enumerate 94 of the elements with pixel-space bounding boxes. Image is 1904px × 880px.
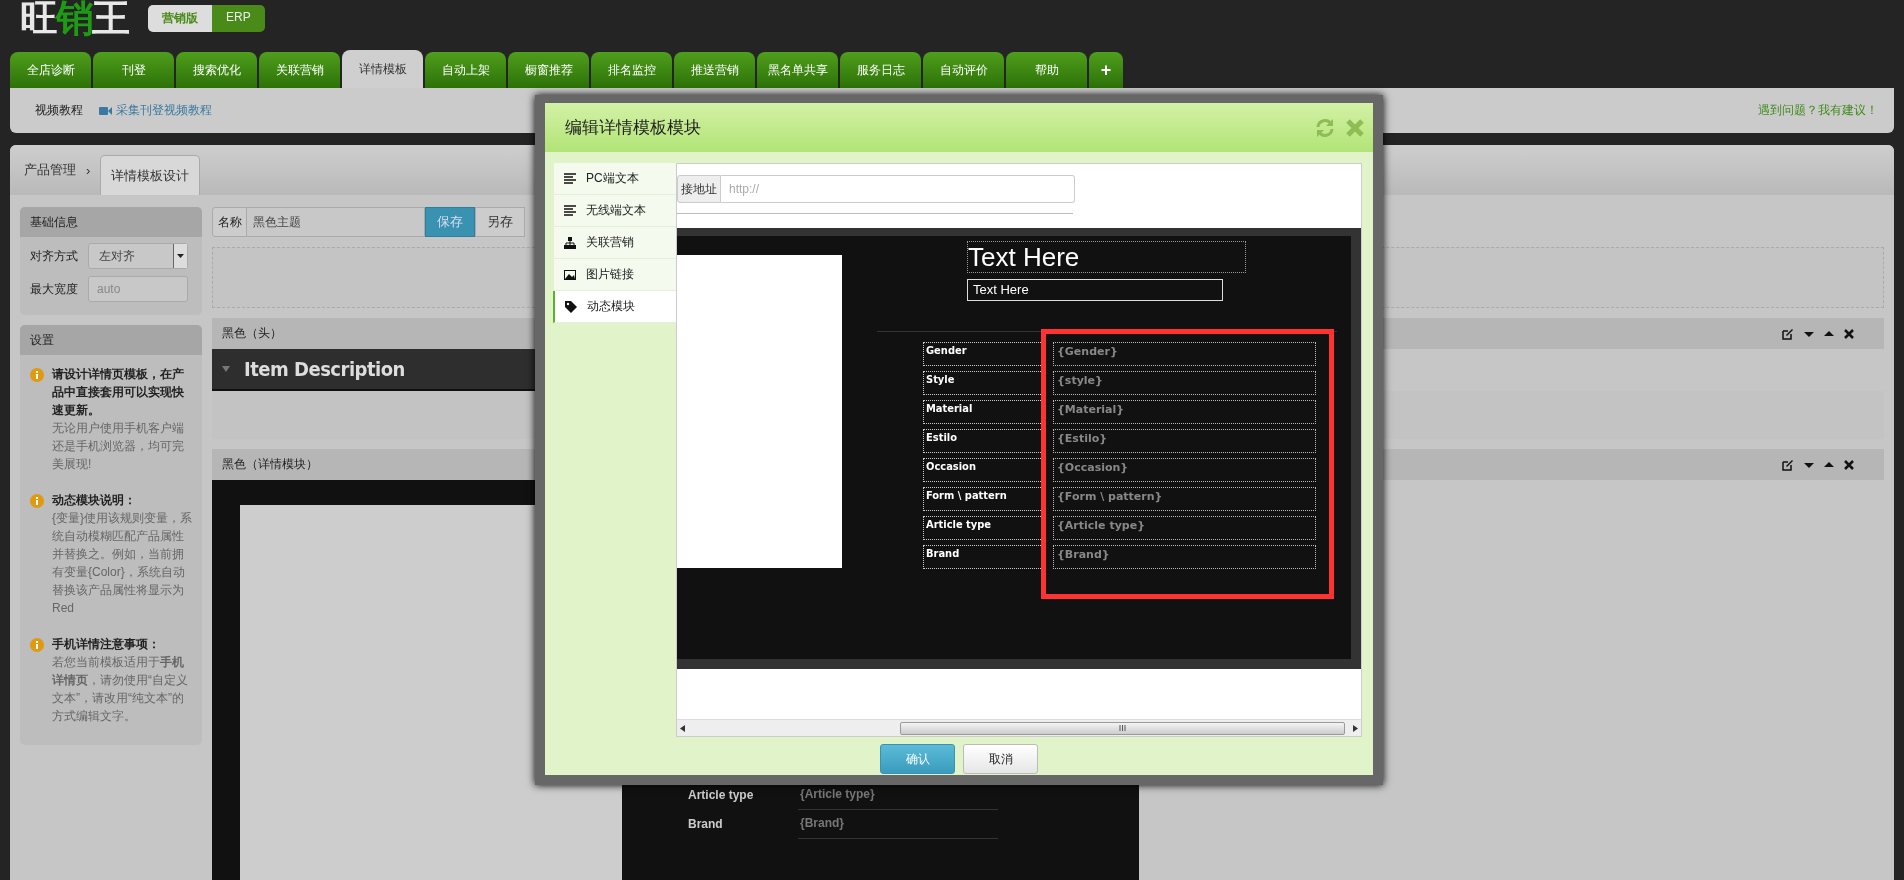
close-icon[interactable] xyxy=(1345,117,1365,138)
name-field[interactable]: 黑色主题 xyxy=(247,207,425,237)
info-icon xyxy=(30,638,44,652)
nav-tab[interactable]: 推送营销 xyxy=(674,52,755,88)
section-title: 黑色（头） xyxy=(222,325,282,342)
attribute-value: {Article type} xyxy=(1053,516,1316,540)
edition-option[interactable]: 营销版 xyxy=(148,4,212,32)
card-title: 设置 xyxy=(20,325,202,355)
video-camera-icon xyxy=(99,105,112,116)
save-button[interactable]: 另存 xyxy=(475,207,525,237)
nav-tab[interactable]: 自动评价 xyxy=(923,52,1004,88)
edit-icon xyxy=(1782,327,1794,340)
attribute-label: Estilo xyxy=(923,429,1043,453)
scroll-right-icon xyxy=(1353,724,1358,732)
attribute-label: Brand xyxy=(923,545,1043,569)
attribute-value: {Gender} xyxy=(1053,342,1316,366)
nav-tab[interactable]: 全店诊断 xyxy=(10,52,91,88)
lines-icon xyxy=(564,204,576,217)
module-menu-item[interactable]: 动态模块 xyxy=(553,291,676,323)
attribute-value: {Material} xyxy=(1053,400,1316,424)
attribute-label: Article type xyxy=(923,516,1043,540)
align-select[interactable]: 左对齐 xyxy=(88,243,188,269)
nav-tab[interactable]: 橱窗推荐 xyxy=(508,52,589,88)
heading-text: Item Description xyxy=(244,357,405,381)
attribute-label: Form \ pattern xyxy=(923,487,1043,511)
nav-tab[interactable]: 黑名单共享 xyxy=(757,52,838,88)
module-menu-item[interactable]: 无线端文本 xyxy=(553,195,676,227)
info-icon xyxy=(30,494,44,508)
grip-icon xyxy=(1119,725,1126,731)
page-tab[interactable]: 详情模板设计 xyxy=(100,155,201,195)
attribute-label: Material xyxy=(923,400,1043,424)
attribute-value: {Occasion} xyxy=(1053,458,1316,482)
image-icon xyxy=(564,268,576,281)
save-button[interactable]: 保存 xyxy=(425,207,475,237)
lines-icon xyxy=(564,172,576,185)
attribute-label: Style xyxy=(923,371,1043,395)
field-label: 最大宽度 xyxy=(30,280,78,298)
hierarchy-icon xyxy=(564,236,576,249)
triangle-down-icon xyxy=(222,365,230,373)
scroll-left-icon xyxy=(680,724,685,732)
note-text: 若您当前模板适用于手机详情页，请勿使用“自定义文本”，请改用“纯文本”的方式编辑文字。 xyxy=(52,654,189,725)
close-icon xyxy=(1844,458,1854,471)
preview-subtitle: Text Here xyxy=(967,279,1223,301)
preview-title: Text Here xyxy=(967,241,1246,273)
tag-icon xyxy=(565,300,577,313)
attribute-value: {Brand} xyxy=(798,808,998,839)
nav-tab[interactable]: 关联营销 xyxy=(259,52,340,88)
note-text: {变量}使用该规则变量，系统自动模糊匹配产品属性并替换之。例如，当前拥有变量{Color}，系统自动替换该产品属性将显示为Red xyxy=(52,510,193,617)
note-heading: 请设计详情页模板，在产品中直接套用可以实现快速更新。 xyxy=(52,366,185,419)
attribute-value: {Estilo} xyxy=(1053,429,1316,453)
card-title: 基础信息 xyxy=(20,207,202,237)
dialog-button[interactable]: 取消 xyxy=(963,744,1038,774)
video-tutorial-link[interactable]: 采集刊登视频教程 xyxy=(116,102,212,119)
nav-tab[interactable]: 服务日志 xyxy=(840,52,921,88)
refresh-icon[interactable] xyxy=(1315,117,1335,138)
breadcrumb-separator: › xyxy=(86,162,91,178)
module-menu-item[interactable]: 关联营销 xyxy=(553,227,676,259)
nav-tab[interactable]: 详情模板 xyxy=(342,50,423,88)
add-tab[interactable]: + xyxy=(1089,52,1123,88)
url-label: 接地址 xyxy=(677,175,721,203)
name-label: 名称 xyxy=(212,207,247,237)
attribute-value: {style} xyxy=(1053,371,1316,395)
nav-tab[interactable]: 帮助 xyxy=(1006,52,1087,88)
field-label: 对齐方式 xyxy=(30,247,78,265)
width-field[interactable]: auto xyxy=(88,276,188,302)
logo: 旺销王 xyxy=(20,0,128,40)
section-title: 黑色（详情模块） xyxy=(222,456,318,473)
edition-option[interactable]: ERP xyxy=(212,4,265,32)
attribute-label: Gender xyxy=(923,342,1043,366)
video-label: 视频教程 xyxy=(35,102,83,119)
attribute-label: Brand xyxy=(688,816,724,831)
feedback-link[interactable]: 遇到问题？我有建议！ xyxy=(1758,102,1878,119)
nav-tab[interactable]: 排名监控 xyxy=(591,52,672,88)
dialog-title: 编辑详情模板模块 xyxy=(565,117,702,139)
note-text: 无论用户使用手机客户端还是手机浏览器，均可完美展现! xyxy=(52,420,185,473)
info-icon xyxy=(30,368,44,382)
note-heading: 手机详情注意事项： xyxy=(52,636,161,653)
module-menu-item[interactable]: 图片链接 xyxy=(553,259,676,291)
breadcrumb-item[interactable]: 产品管理 xyxy=(24,161,76,179)
attribute-value: {Brand} xyxy=(1053,545,1316,569)
nav-tab[interactable]: 刊登 xyxy=(93,52,174,88)
horizontal-scrollbar[interactable] xyxy=(677,719,1361,736)
module-menu-item[interactable]: PC端文本 xyxy=(553,163,676,195)
close-icon xyxy=(1844,327,1854,340)
note-heading: 动态模块说明： xyxy=(52,492,137,509)
dialog-button[interactable]: 确认 xyxy=(880,744,955,774)
caret-down-icon xyxy=(177,254,184,258)
attribute-label: Article type xyxy=(688,787,755,802)
nav-tab[interactable]: 搜索优化 xyxy=(176,52,257,88)
attribute-value: {Form \ pattern} xyxy=(1053,487,1316,511)
nav-tab[interactable]: 自动上架 xyxy=(425,52,506,88)
url-field[interactable]: http:// xyxy=(721,175,1075,203)
edit-icon xyxy=(1782,458,1794,471)
attribute-label: Occasion xyxy=(923,458,1043,482)
